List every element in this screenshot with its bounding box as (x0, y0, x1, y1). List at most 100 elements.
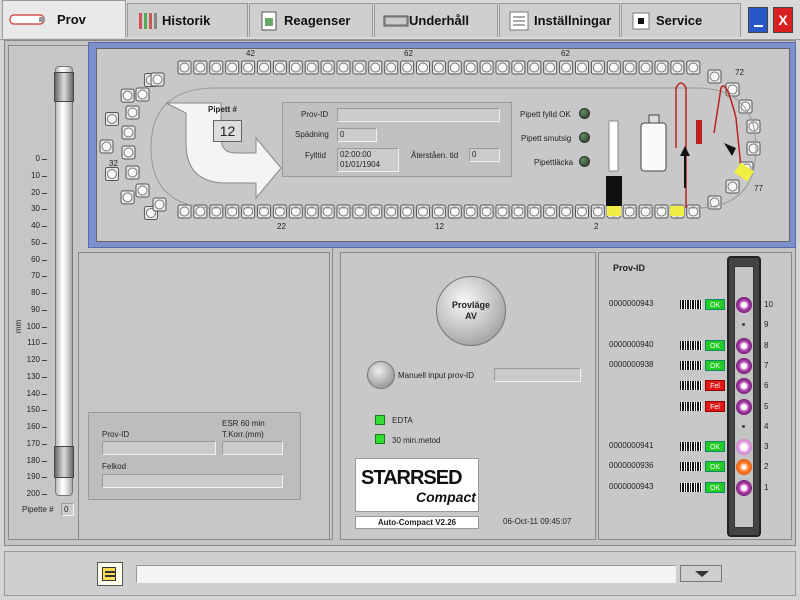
settings-list-icon (508, 10, 530, 32)
conveyor-cup-hole (137, 185, 148, 196)
gauge-tick-mark (42, 226, 47, 227)
conveyor-cup-hole (433, 62, 444, 73)
sample-tube-cap[interactable] (736, 439, 752, 456)
result-prov-id-field (102, 441, 216, 455)
conveyor-cup-hole (123, 127, 134, 138)
minimize-button[interactable] (748, 7, 768, 33)
gauge-tick-mark (42, 309, 47, 311)
gauge-tick-label: 170 (26, 438, 40, 448)
sample-tube-cap[interactable] (736, 297, 752, 313)
pipett-fylld-label: Pipett fylld OK (520, 110, 571, 119)
conveyor-cup-hole (545, 62, 556, 73)
conveyor-cup-hole (211, 62, 222, 73)
conveyor-cup-hole (370, 62, 381, 73)
tab-installningar[interactable]: Inställningar (499, 3, 620, 37)
close-button[interactable]: X (773, 7, 793, 33)
fylltid-field: 02:00:00 01/01/1904 (337, 148, 399, 172)
tab-reagenser[interactable]: Reagenser (249, 3, 373, 37)
tab-service-label: Service (656, 13, 703, 28)
pipette-gauge (51, 66, 77, 496)
message-field[interactable] (136, 565, 676, 583)
gauge-tick-label: 130 (26, 371, 40, 381)
status-ok-badge: OK (705, 441, 725, 453)
conveyor-cup-hole (127, 167, 138, 178)
gauge-tick-mark (42, 159, 47, 160)
fylltid-date: 01/01/1904 (340, 160, 381, 169)
conveyor-cup-hole (259, 62, 269, 73)
conveyor-top-label-1: 42 (246, 49, 255, 58)
metod-indicator (375, 434, 385, 444)
gauge-tick-label: 160 (26, 422, 40, 431)
conveyor-cup-hole (106, 113, 117, 124)
conveyor-cup-hole (195, 62, 206, 73)
conveyor-cup-hole (274, 62, 285, 73)
conveyor-left-label: 32 (109, 159, 118, 168)
conveyor-cup-hole (179, 206, 190, 217)
aterstaen-field: 0 (469, 148, 500, 162)
metod-label: 30 min.metod (392, 436, 441, 445)
rack-sample-id: 0000000940 (609, 339, 654, 349)
rack-position-label: 7 (764, 360, 769, 370)
gauge-tick-label: 180 (26, 455, 40, 465)
sample-tube-cap[interactable] (736, 398, 752, 415)
gauge-tick-mark (42, 192, 47, 194)
conveyor-cup-hole (243, 62, 254, 73)
tab-historik[interactable]: Historik (127, 3, 248, 37)
sample-tube-cap[interactable] (736, 357, 752, 374)
manual-input-field[interactable] (494, 368, 581, 382)
rack-position-label: 9 (764, 320, 769, 330)
conveyor-cup-hole (418, 62, 428, 73)
gauge-tick-mark (42, 175, 47, 177)
sample-tube-cap[interactable] (736, 479, 752, 496)
gauge-tick-label: 200 (26, 489, 40, 498)
conveyor-cup-hole (656, 62, 667, 73)
empty-rack-slot (742, 424, 745, 428)
status-error-badge: Fel (705, 380, 725, 392)
starrsed-logo: STARRSED Compact (355, 458, 479, 512)
felkod-label: Felkod (102, 462, 127, 471)
fylltid-time: 02:00:00 (340, 150, 372, 159)
gauge-tick-label: 20 (31, 187, 40, 197)
conveyor-cup-hole (195, 206, 206, 217)
provlage-button[interactable]: Provläge AV (436, 276, 506, 346)
conveyor-cup-hole (481, 62, 492, 73)
conveyor-cup-hole (577, 62, 587, 73)
gauge-tick-label: 110 (27, 338, 40, 348)
conveyor-cup-hole (127, 107, 138, 118)
tab-service[interactable]: Service (621, 3, 741, 37)
tubes-history-icon (136, 10, 158, 32)
sample-tube-cap[interactable] (736, 337, 752, 354)
tab-prov[interactable]: Prov (2, 0, 126, 38)
gauge-tick-mark (42, 393, 47, 395)
pipette-number-field: 0 (61, 503, 74, 516)
result-esr-field (222, 441, 283, 455)
sample-tube-icon (9, 9, 45, 31)
tab-underhall[interactable]: Underhåll (374, 3, 498, 37)
manual-input-button[interactable] (367, 361, 395, 389)
gauge-tick-mark (42, 326, 47, 328)
gauge-tick-label: 90 (31, 304, 40, 314)
aterstaen-label: Återståen. tid (411, 151, 459, 160)
conveyor-cup-hole (497, 62, 508, 73)
conveyor-bottom-label-1: 22 (277, 222, 286, 231)
conveyor-cup-hole (402, 62, 413, 73)
notepad-button[interactable] (97, 562, 123, 586)
gauge-tick-mark (42, 259, 47, 261)
status-error-badge: Fel (705, 400, 725, 412)
rack-sample-id: 0000000941 (609, 441, 654, 451)
conveyor-cup-hole (748, 143, 759, 154)
provlage-label: Provläge (451, 300, 491, 310)
conveyor-cup-hole (106, 169, 117, 180)
message-dropdown-button[interactable] (680, 565, 722, 582)
rack-position-label: 10 (764, 300, 773, 309)
rack-sample-id: 0000000938 (609, 359, 654, 369)
gauge-tick-mark (42, 343, 47, 345)
close-icon: X (778, 12, 788, 28)
conveyor-cup-hole (101, 141, 112, 152)
barcode-icon (680, 360, 702, 370)
gauge-tick-mark (42, 293, 47, 294)
prov-id-label: Prov-ID (301, 110, 329, 119)
conveyor-cup-hole (122, 90, 133, 101)
tab-historik-label: Historik (162, 13, 211, 28)
conveyor-cup-hole (672, 62, 683, 73)
